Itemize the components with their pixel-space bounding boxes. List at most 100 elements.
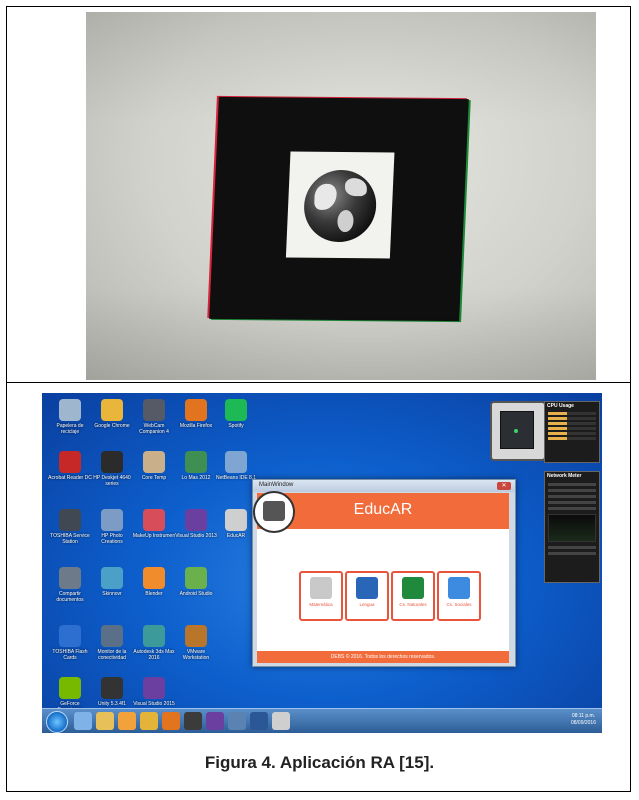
desktop-icon-label: MakeUp Instrumen	[132, 533, 176, 539]
cpu-gadget-title: CPU Usage	[547, 403, 574, 409]
app-icon	[185, 399, 207, 421]
desktop-icon-label: Compartir documentos	[56, 591, 84, 603]
app-icon	[225, 509, 247, 531]
desktop-icon[interactable]: Papelera de reciclaje	[48, 399, 92, 435]
app-icon	[143, 677, 165, 699]
taskbar-chrome-icon[interactable]	[140, 712, 158, 730]
figure-divider	[6, 382, 631, 383]
start-button[interactable]	[46, 711, 68, 733]
desktop-icon-label: Acrobat Reader DC	[48, 475, 92, 481]
language-tile[interactable]: Lengua	[345, 571, 389, 621]
taskbar-visualstudio-icon[interactable]	[206, 712, 224, 730]
desktop-icon-label: Monitor de la conectividad	[97, 649, 127, 661]
window-body: EducAR Matemática Lengua Cs. Naturales Cs. …	[253, 491, 509, 663]
subject-tiles: Matemática Lengua Cs. Naturales Cs. Sociale…	[299, 571, 481, 621]
desktop-icon-label: Unity 5.3.4f1	[97, 701, 127, 707]
desktop-icon-label: Skinnovr	[102, 591, 122, 597]
app-logo	[253, 491, 295, 533]
natural-sciences-tile[interactable]: Cs. Naturales	[391, 571, 435, 621]
app-icon	[143, 509, 165, 531]
desktop-icon-label: TOSHIBA Flash Cards	[52, 649, 88, 661]
net-gadget-title: Network Meter	[547, 473, 582, 479]
app-icon	[101, 567, 123, 589]
desktop-icon[interactable]: HP Photo Creations	[90, 509, 134, 545]
tray-time: 08:11 p.m.	[571, 713, 596, 719]
social-sciences-tile[interactable]: Cs. Sociales	[437, 571, 481, 621]
desktop-screenshot: Papelera de reciclaje Google Chrome WebCam…	[42, 393, 602, 733]
taskbar-educar-icon[interactable]	[272, 712, 290, 730]
desktop-icon-label: Visual Studio 2013	[175, 533, 217, 539]
taskbar-firefox-icon[interactable]	[162, 712, 180, 730]
desktop-icon[interactable]: Unity 5.3.4f1	[90, 677, 134, 707]
footer-text: DEBS © 2016. Todos los derechos reservad…	[330, 654, 436, 660]
desktop-icon[interactable]: Android Studio	[174, 567, 218, 597]
subject-label: Matemática	[309, 602, 333, 607]
desktop-icon[interactable]: Acrobat Reader DC	[48, 451, 92, 481]
app-icon	[185, 567, 207, 589]
desktop-icon[interactable]: Mozilla Firefox	[174, 399, 218, 429]
desktop-icon[interactable]: VMware Workstation	[174, 625, 218, 661]
educar-main-window[interactable]: MainWindow ✕ EducAR Matemática Lengua Cs. …	[252, 479, 516, 667]
desktop-icon[interactable]: MakeUp Instrumen	[132, 509, 176, 539]
subject-label: Cs. Naturales	[399, 602, 427, 607]
math-tile[interactable]: Matemática	[299, 571, 343, 621]
taskbar-media-icon[interactable]	[118, 712, 136, 730]
app-icon	[101, 451, 123, 473]
app-icon	[59, 677, 81, 699]
desktop-icon[interactable]: Visual Studio 2013	[174, 509, 218, 539]
desktop-icon-label: Android Studio	[179, 591, 213, 597]
taskbar-app-icon[interactable]	[228, 712, 246, 730]
app-icon	[59, 451, 81, 473]
desktop-icon-label: HP Deskjet 4640 series	[93, 475, 131, 487]
taskbar: 08:11 p.m. 08/09/2016	[42, 708, 602, 733]
desktop-icon-label: VMware Workstation	[182, 649, 210, 661]
app-icon	[143, 451, 165, 473]
desktop-icon[interactable]: TOSHIBA Service Station	[48, 509, 92, 545]
tray-clock[interactable]: 08:11 p.m. 08/09/2016	[571, 713, 596, 727]
taskbar-ie-icon[interactable]	[74, 712, 92, 730]
desktop-icon[interactable]: Compartir documentos	[48, 567, 92, 603]
app-icon	[59, 625, 81, 647]
desktop-icon-label: TOSHIBA Service Station	[50, 533, 90, 545]
window-titlebar[interactable]: MainWindow ✕	[253, 480, 515, 492]
close-button[interactable]: ✕	[497, 482, 511, 490]
desktop-icon[interactable]: Autodesk 3ds Max 2016	[132, 625, 176, 661]
window-title: MainWindow	[259, 482, 294, 488]
desktop-icon[interactable]: Core Temp	[132, 451, 176, 481]
desktop-icon[interactable]: Skinnovr	[90, 567, 134, 597]
desktop-icon[interactable]: Blender	[132, 567, 176, 597]
app-icon	[101, 677, 123, 699]
taskbar-terminal-icon[interactable]	[184, 712, 202, 730]
desktop-icon[interactable]: Monitor de la conectividad	[90, 625, 134, 661]
subject-icon	[402, 577, 424, 599]
subject-label: Cs. Sociales	[446, 602, 472, 607]
desktop-icon[interactable]: HP Deskjet 4640 series	[90, 451, 134, 487]
desktop-icon[interactable]: Spotify	[214, 399, 258, 429]
app-icon	[59, 509, 81, 531]
desktop-icon[interactable]: TOSHIBA Flash Cards	[48, 625, 92, 661]
desktop-icon[interactable]: Lo Mas 2012	[174, 451, 218, 481]
figure-caption: Figura 4. Aplicación RA [15].	[204, 753, 435, 772]
taskbar-explorer-icon[interactable]	[96, 712, 114, 730]
subject-icon	[448, 577, 470, 599]
desktop-icon[interactable]: NetBeans IDE 8.1	[214, 451, 258, 481]
desktop-icon[interactable]: Google Chrome	[90, 399, 134, 429]
desktop-icon-label: Autodesk 3ds Max 2016	[133, 649, 175, 661]
app-icon	[143, 399, 165, 421]
app-icon	[185, 625, 207, 647]
desktop-icon[interactable]: WebCam Companion 4	[132, 399, 176, 435]
computer-gadget	[490, 401, 546, 461]
app-icon	[59, 399, 81, 421]
app-icon	[59, 567, 81, 589]
app-icon	[185, 509, 207, 531]
desktop-icon[interactable]: Visual Studio 2015	[132, 677, 176, 707]
app-footer: DEBS © 2016. Todos los derechos reservad…	[257, 651, 509, 663]
desktop-icon-label: Google Chrome	[94, 423, 130, 429]
taskbar-word-icon[interactable]	[250, 712, 268, 730]
app-icon	[185, 451, 207, 473]
desktop-icon-label: Visual Studio 2015	[133, 701, 175, 707]
ar-marker-photo	[86, 12, 596, 380]
app-icon	[225, 399, 247, 421]
app-icon	[143, 625, 165, 647]
desktop-icon-label: Core Temp	[141, 475, 167, 481]
